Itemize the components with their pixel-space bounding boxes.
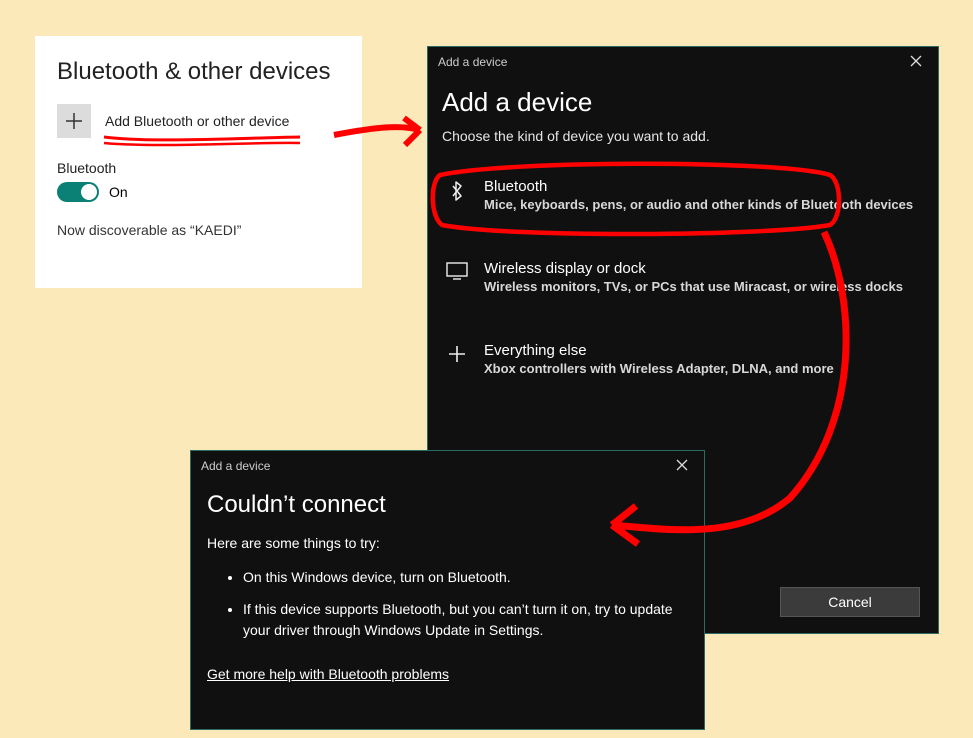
close-icon[interactable] — [670, 456, 694, 476]
plus-icon — [446, 344, 468, 364]
bluetooth-toggle[interactable] — [57, 182, 99, 202]
option-everything-else[interactable]: Everything else Xbox controllers with Wi… — [442, 334, 924, 384]
modal-heading: Add a device — [442, 87, 924, 118]
cancel-button[interactable]: Cancel — [780, 587, 920, 617]
list-item: On this Windows device, turn on Bluetoot… — [243, 567, 673, 589]
option-desc: Wireless monitors, TVs, or PCs that use … — [484, 279, 903, 294]
error-heading: Couldn’t connect — [207, 491, 688, 519]
modal-titlebar-text: Add a device — [438, 55, 507, 69]
display-icon — [446, 262, 468, 280]
option-bluetooth[interactable]: Bluetooth Mice, keyboards, pens, or audi… — [442, 170, 924, 220]
page-title: Bluetooth & other devices — [57, 58, 340, 86]
bluetooth-section-label: Bluetooth — [57, 160, 340, 176]
help-link[interactable]: Get more help with Bluetooth problems — [207, 666, 449, 682]
option-title: Wireless display or dock — [484, 260, 903, 277]
plus-icon — [57, 104, 91, 138]
modal-titlebar: Add a device — [191, 451, 704, 481]
bluetooth-toggle-row: On — [57, 182, 340, 202]
option-title: Bluetooth — [484, 178, 913, 195]
add-device-button[interactable]: Add Bluetooth or other device — [57, 104, 340, 138]
toggle-state-label: On — [109, 184, 128, 200]
option-wireless-display[interactable]: Wireless display or dock Wireless monito… — [442, 252, 924, 302]
close-icon[interactable] — [904, 52, 928, 72]
list-item: If this device supports Bluetooth, but y… — [243, 599, 673, 642]
option-desc: Xbox controllers with Wireless Adapter, … — [484, 361, 834, 376]
discoverable-status: Now discoverable as “KAEDI” — [57, 222, 340, 238]
modal-subheading: Choose the kind of device you want to ad… — [442, 128, 924, 144]
bluetooth-icon — [446, 180, 468, 202]
bluetooth-settings-panel: Bluetooth & other devices Add Bluetooth … — [35, 36, 362, 288]
modal-titlebar: Add a device — [428, 47, 938, 77]
option-title: Everything else — [484, 342, 834, 359]
error-tips-list: On this Windows device, turn on Bluetoot… — [243, 567, 688, 642]
option-desc: Mice, keyboards, pens, or audio and othe… — [484, 197, 913, 212]
couldnt-connect-modal: Add a device Couldn’t connect Here are s… — [190, 450, 705, 730]
toggle-knob — [81, 184, 97, 200]
modal-titlebar-text: Add a device — [201, 459, 270, 473]
error-subheading: Here are some things to try: — [207, 535, 688, 551]
add-device-label: Add Bluetooth or other device — [105, 113, 289, 129]
